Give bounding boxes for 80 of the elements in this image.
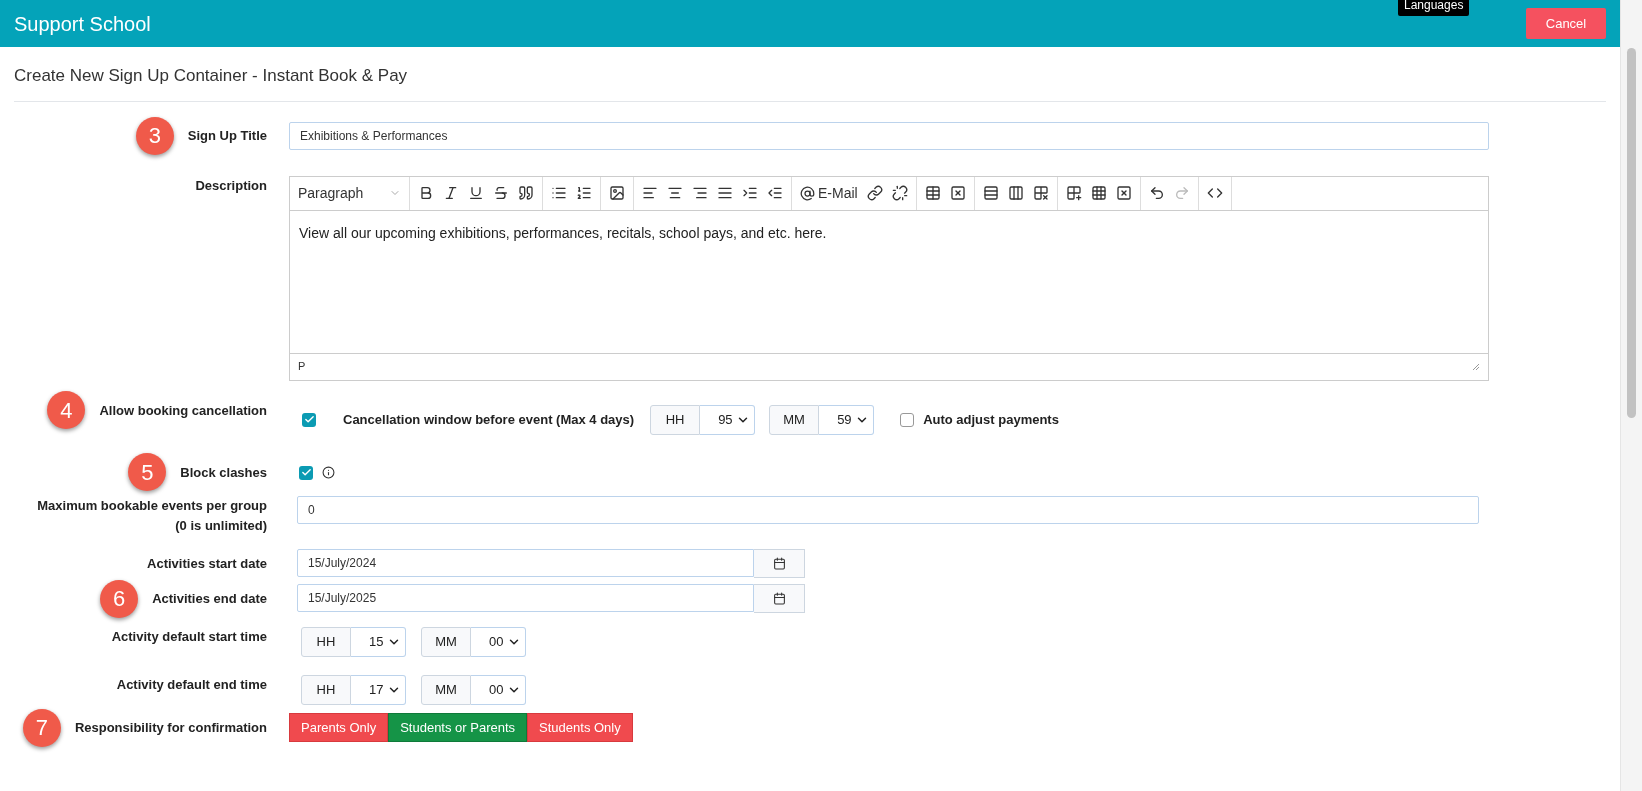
toolbar-icon[interactable] bbox=[1090, 185, 1107, 201]
max-events-field[interactable]: 0 bbox=[297, 496, 1479, 524]
time-select[interactable]: 00 bbox=[471, 675, 526, 705]
field-label: Responsibility for confirmation bbox=[74, 718, 267, 737]
time-select[interactable]: 15 bbox=[351, 627, 406, 657]
toolbar-icon[interactable] bbox=[443, 185, 459, 201]
step-number-badge: 7 bbox=[22, 708, 61, 747]
field-label: Description bbox=[195, 176, 267, 195]
calendar-button[interactable] bbox=[754, 549, 805, 578]
toolbar-icon[interactable] bbox=[1148, 185, 1165, 201]
toolbar-icon[interactable] bbox=[1032, 185, 1049, 201]
calendar-icon bbox=[772, 592, 786, 605]
option-button[interactable]: Students or Parents bbox=[388, 713, 528, 742]
toolbar-icon[interactable] bbox=[924, 185, 941, 201]
toolbar-icon[interactable] bbox=[551, 185, 567, 201]
checkbox-label: Auto adjust payments bbox=[923, 410, 1059, 429]
email-button[interactable]: E-Mail bbox=[800, 182, 858, 204]
toolbar-icon[interactable] bbox=[742, 185, 758, 201]
unit-label: HH bbox=[650, 404, 701, 435]
calendar-button[interactable] bbox=[754, 584, 805, 613]
at-sign-icon bbox=[800, 185, 815, 201]
date-field[interactable]: 15/July/2024 bbox=[297, 549, 754, 577]
editor-content[interactable]: View all our upcoming exhibitions, performances, recitals, school pays, and etc. here. bbox=[290, 210, 1488, 353]
field-label: Sign Up Title bbox=[187, 126, 267, 145]
info-icon[interactable] bbox=[322, 466, 335, 479]
time-select[interactable]: 95 bbox=[700, 404, 756, 435]
toolbar-icon[interactable] bbox=[1206, 185, 1223, 201]
toolbar-icon[interactable] bbox=[1007, 185, 1024, 201]
toolbar-icon[interactable] bbox=[642, 185, 658, 201]
toolbar-icon[interactable] bbox=[1115, 185, 1132, 201]
option-button[interactable]: Students Only bbox=[527, 713, 633, 742]
toolbar-icon[interactable] bbox=[518, 185, 534, 201]
toolbar-icon[interactable] bbox=[667, 185, 683, 201]
toolbar-icon[interactable] bbox=[576, 185, 592, 201]
option-button[interactable]: Parents Only bbox=[289, 713, 389, 742]
calendar-icon bbox=[772, 557, 786, 570]
field-label: Block clashes bbox=[180, 463, 267, 482]
field-label: Activity default start time bbox=[111, 628, 267, 646]
tooltip: Languages bbox=[1398, 0, 1470, 16]
toolbar-icon[interactable] bbox=[1065, 185, 1082, 201]
unit-label: MM bbox=[421, 675, 471, 705]
time-select[interactable]: 59 bbox=[819, 404, 875, 435]
checkbox[interactable] bbox=[299, 465, 313, 480]
field-label: Maximum bookable events per group bbox=[37, 497, 267, 515]
resize-handle-icon[interactable] bbox=[1472, 362, 1480, 371]
toolbar-icon[interactable] bbox=[891, 185, 908, 201]
toolbar-icon[interactable] bbox=[717, 185, 733, 201]
toolbar-icon[interactable] bbox=[692, 185, 708, 201]
element-path: P bbox=[298, 359, 306, 375]
toolbar-icon[interactable] bbox=[493, 185, 509, 201]
step-number-badge: 5 bbox=[128, 453, 167, 492]
format-dropdown[interactable]: Paragraph bbox=[290, 176, 410, 210]
title-field[interactable]: Exhibitions & Performances bbox=[289, 121, 1489, 150]
unit-label: HH bbox=[301, 627, 351, 657]
step-number-badge: 6 bbox=[100, 579, 139, 618]
checkbox[interactable] bbox=[302, 412, 316, 427]
unit-label: HH bbox=[301, 675, 351, 705]
app-title: Support School bbox=[14, 11, 151, 37]
field-label: (0 is unlimited) bbox=[175, 516, 267, 535]
field-label: Activities end date bbox=[152, 589, 267, 608]
field-label: Activity default end time bbox=[116, 676, 267, 694]
date-field[interactable]: 15/July/2025 bbox=[297, 584, 754, 612]
toolbar-icon[interactable] bbox=[949, 185, 966, 201]
unit-label: MM bbox=[769, 404, 820, 435]
toolbar-icon[interactable] bbox=[866, 185, 883, 201]
toolbar-icon[interactable] bbox=[767, 185, 783, 201]
step-number-badge: 3 bbox=[135, 116, 174, 155]
page-title: Create New Sign Up Container - Instant Book & Pay bbox=[14, 66, 408, 85]
window-label: Cancellation window before event (Max 4 days) bbox=[343, 410, 635, 429]
field-label: Activities start date bbox=[147, 554, 267, 573]
toolbar-icon[interactable] bbox=[609, 185, 625, 201]
checkbox[interactable] bbox=[900, 412, 915, 427]
time-select[interactable]: 00 bbox=[471, 627, 526, 657]
toolbar-icon[interactable] bbox=[418, 185, 434, 201]
field-label: Allow booking cancellation bbox=[99, 401, 267, 420]
step-number-badge: 4 bbox=[47, 391, 86, 430]
toolbar-icon[interactable] bbox=[468, 185, 484, 201]
toolbar-icon[interactable] bbox=[982, 185, 999, 201]
unit-label: MM bbox=[421, 627, 471, 657]
time-select[interactable]: 17 bbox=[351, 675, 406, 705]
